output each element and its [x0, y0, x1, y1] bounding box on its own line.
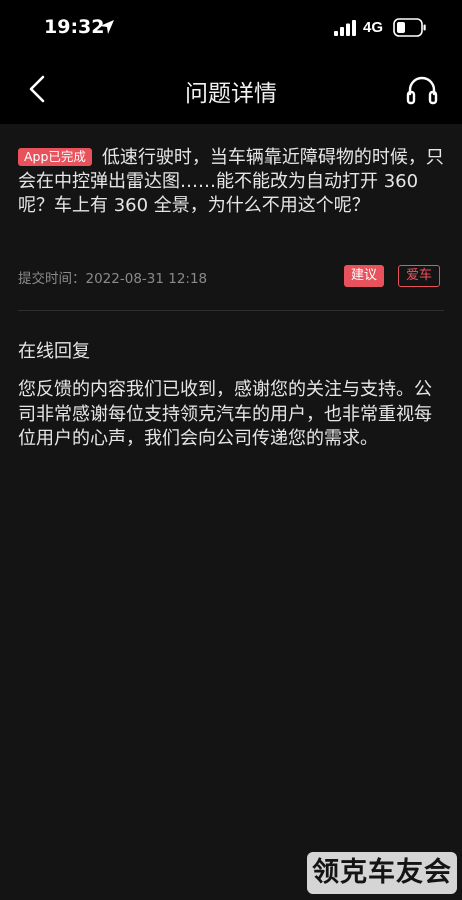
status-bar: 19:32 4G [0, 0, 462, 56]
clock-time: 19:32 [44, 16, 105, 38]
battery-low-icon [393, 18, 426, 37]
status-badge: App已完成 [18, 148, 92, 166]
tag-suggestion: 建议 [344, 265, 385, 287]
navigation-bar: 问题详情 [0, 56, 462, 124]
question-meta: 提交时间：2022-08-31 12:18 建议 爱车 [18, 264, 444, 288]
cellular-signal-icon [334, 20, 356, 36]
page-title: 问题详情 [185, 81, 277, 107]
reply-text: 您反馈的内容我们已收到，感谢您的关注与支持。公司非常感谢每位支持领克汽车的用户，… [18, 379, 432, 449]
headset-icon[interactable] [404, 72, 440, 108]
tag-my-car: 爱车 [398, 265, 441, 287]
network-type: 4G [363, 19, 384, 36]
divider [18, 310, 444, 311]
location-arrow-icon [100, 20, 114, 34]
reply-heading: 在线回复 [18, 341, 90, 362]
question-text-block: App已完成 低速行驶时，当车辆靠近障碍物的时候，只会在中控弹出雷达图……能不能改… [18, 146, 444, 218]
watermark-logo: 领克车友会 [307, 852, 457, 894]
submit-time: 提交时间：2022-08-31 12:18 [18, 271, 208, 287]
